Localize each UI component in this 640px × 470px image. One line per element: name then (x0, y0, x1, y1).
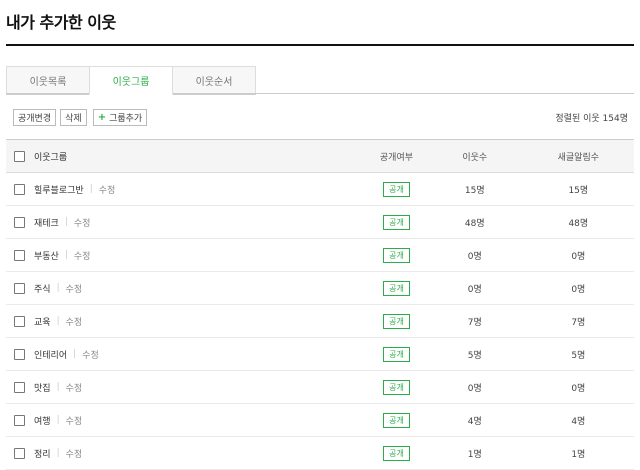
group-name: 힐루블로그반 (34, 185, 84, 196)
edit-link[interactable]: 수정 (82, 351, 99, 361)
header-count: 이웃수 (426, 139, 523, 173)
tab-bar: 이웃목록 이웃그룹 이웃순서 (6, 66, 256, 95)
edit-link[interactable]: 수정 (66, 417, 83, 427)
group-name: 부동산 (34, 251, 59, 262)
neighbor-count: 4명 (426, 403, 523, 437)
header-group: 이웃그룹 (6, 139, 367, 173)
edit-link[interactable]: 수정 (74, 219, 91, 229)
separator: | (56, 382, 60, 392)
separator: | (89, 184, 93, 194)
public-badge[interactable]: 공개 (383, 280, 410, 296)
public-badge[interactable]: 공개 (383, 379, 410, 395)
new-post-count: 0명 (522, 238, 634, 272)
separator: | (56, 448, 60, 458)
row-checkbox[interactable] (14, 414, 25, 426)
neighbor-count: 0명 (426, 370, 523, 404)
table-row: 부동산 | 수정 공개 0명 0명 (6, 238, 634, 272)
tab-neighbor-groups[interactable]: 이웃그룹 (89, 66, 173, 95)
delete-label: 삭제 (65, 114, 82, 124)
edit-link[interactable]: 수정 (66, 450, 83, 460)
edit-link[interactable]: 수정 (66, 318, 83, 328)
row-checkbox[interactable] (14, 315, 25, 327)
add-group-label: 그룹추가 (109, 114, 143, 124)
new-post-count: 1명 (522, 436, 634, 470)
row-checkbox[interactable] (14, 381, 25, 393)
title-divider (6, 44, 634, 46)
table-row: 힐루블로그반 | 수정 공개 15명 15명 (6, 172, 634, 206)
row-checkbox[interactable] (14, 348, 25, 360)
table-row: 주식 | 수정 공개 0명 0명 (6, 271, 634, 305)
neighbor-count: 7명 (426, 304, 523, 338)
row-checkbox[interactable] (14, 183, 25, 195)
sort-status: 정렬된 이웃 154명 (555, 114, 628, 124)
group-name: 인테리어 (34, 350, 68, 361)
neighbor-count: 48명 (426, 205, 523, 239)
separator: | (56, 415, 60, 425)
group-name: 교육 (34, 317, 51, 328)
separator: | (56, 316, 60, 326)
row-checkbox[interactable] (14, 216, 25, 228)
row-checkbox[interactable] (14, 447, 25, 459)
toolbar: 공개변경 삭제 + 그룹추가 (13, 109, 151, 126)
table-row: 재테크 | 수정 공개 48명 48명 (6, 205, 634, 239)
edit-link[interactable]: 수정 (66, 384, 83, 394)
new-post-count: 5명 (522, 337, 634, 371)
public-badge[interactable]: 공개 (383, 346, 410, 362)
delete-button[interactable]: 삭제 (60, 109, 87, 126)
table-row: 맛집 | 수정 공개 0명 0명 (6, 370, 634, 404)
edit-link[interactable]: 수정 (74, 252, 91, 262)
row-checkbox[interactable] (14, 249, 25, 261)
public-badge[interactable]: 공개 (383, 181, 410, 197)
new-post-count: 15명 (522, 172, 634, 206)
page-title: 내가 추가한 이웃 (6, 13, 116, 32)
group-name: 정리 (34, 449, 51, 460)
edit-link[interactable]: 수정 (66, 285, 83, 295)
group-name: 여행 (34, 416, 51, 427)
group-name: 주식 (34, 284, 51, 295)
change-public-label: 공개변경 (18, 114, 52, 124)
select-all-checkbox[interactable] (14, 150, 25, 162)
group-name: 재테크 (34, 218, 59, 229)
tab-neighbor-order[interactable]: 이웃순서 (172, 66, 256, 95)
public-badge[interactable]: 공개 (383, 412, 410, 428)
table-row: 정리 | 수정 공개 1명 1명 (6, 436, 634, 470)
add-group-button[interactable]: + 그룹추가 (92, 109, 148, 126)
header-new-posts: 새글알림수 (522, 139, 634, 173)
new-post-count: 48명 (522, 205, 634, 239)
neighbor-count: 5명 (426, 337, 523, 371)
table-row: 여행 | 수정 공개 4명 4명 (6, 403, 634, 437)
tab-neighbor-list[interactable]: 이웃목록 (6, 66, 90, 95)
neighbor-count: 1명 (426, 436, 523, 470)
table-row: 인테리어 | 수정 공개 5명 5명 (6, 337, 634, 371)
separator: | (64, 217, 68, 227)
separator: | (56, 283, 60, 293)
plus-icon: + (97, 112, 107, 123)
public-badge[interactable]: 공개 (383, 247, 410, 263)
group-table: 이웃그룹 공개여부 이웃수 새글알림수 힐루블로그반 | 수정 공개 15명 15명… (6, 139, 634, 470)
neighbor-count: 15명 (426, 172, 523, 206)
new-post-count: 7명 (522, 304, 634, 338)
neighbor-count: 0명 (426, 238, 523, 272)
public-badge[interactable]: 공개 (383, 214, 410, 230)
public-badge[interactable]: 공개 (383, 313, 410, 329)
header-group-label: 이웃그룹 (34, 152, 68, 163)
neighbor-count: 0명 (426, 271, 523, 305)
new-post-count: 0명 (522, 271, 634, 305)
new-post-count: 0명 (522, 370, 634, 404)
row-checkbox[interactable] (14, 282, 25, 294)
table-row: 교육 | 수정 공개 7명 7명 (6, 304, 634, 338)
edit-link[interactable]: 수정 (99, 186, 116, 196)
header-public: 공개여부 (366, 139, 427, 173)
group-name: 맛집 (34, 383, 51, 394)
change-public-button[interactable]: 공개변경 (13, 109, 57, 126)
public-badge[interactable]: 공개 (383, 445, 410, 461)
new-post-count: 4명 (522, 403, 634, 437)
separator: | (73, 349, 77, 359)
table-header-row: 이웃그룹 공개여부 이웃수 새글알림수 (6, 139, 634, 173)
separator: | (64, 250, 68, 260)
